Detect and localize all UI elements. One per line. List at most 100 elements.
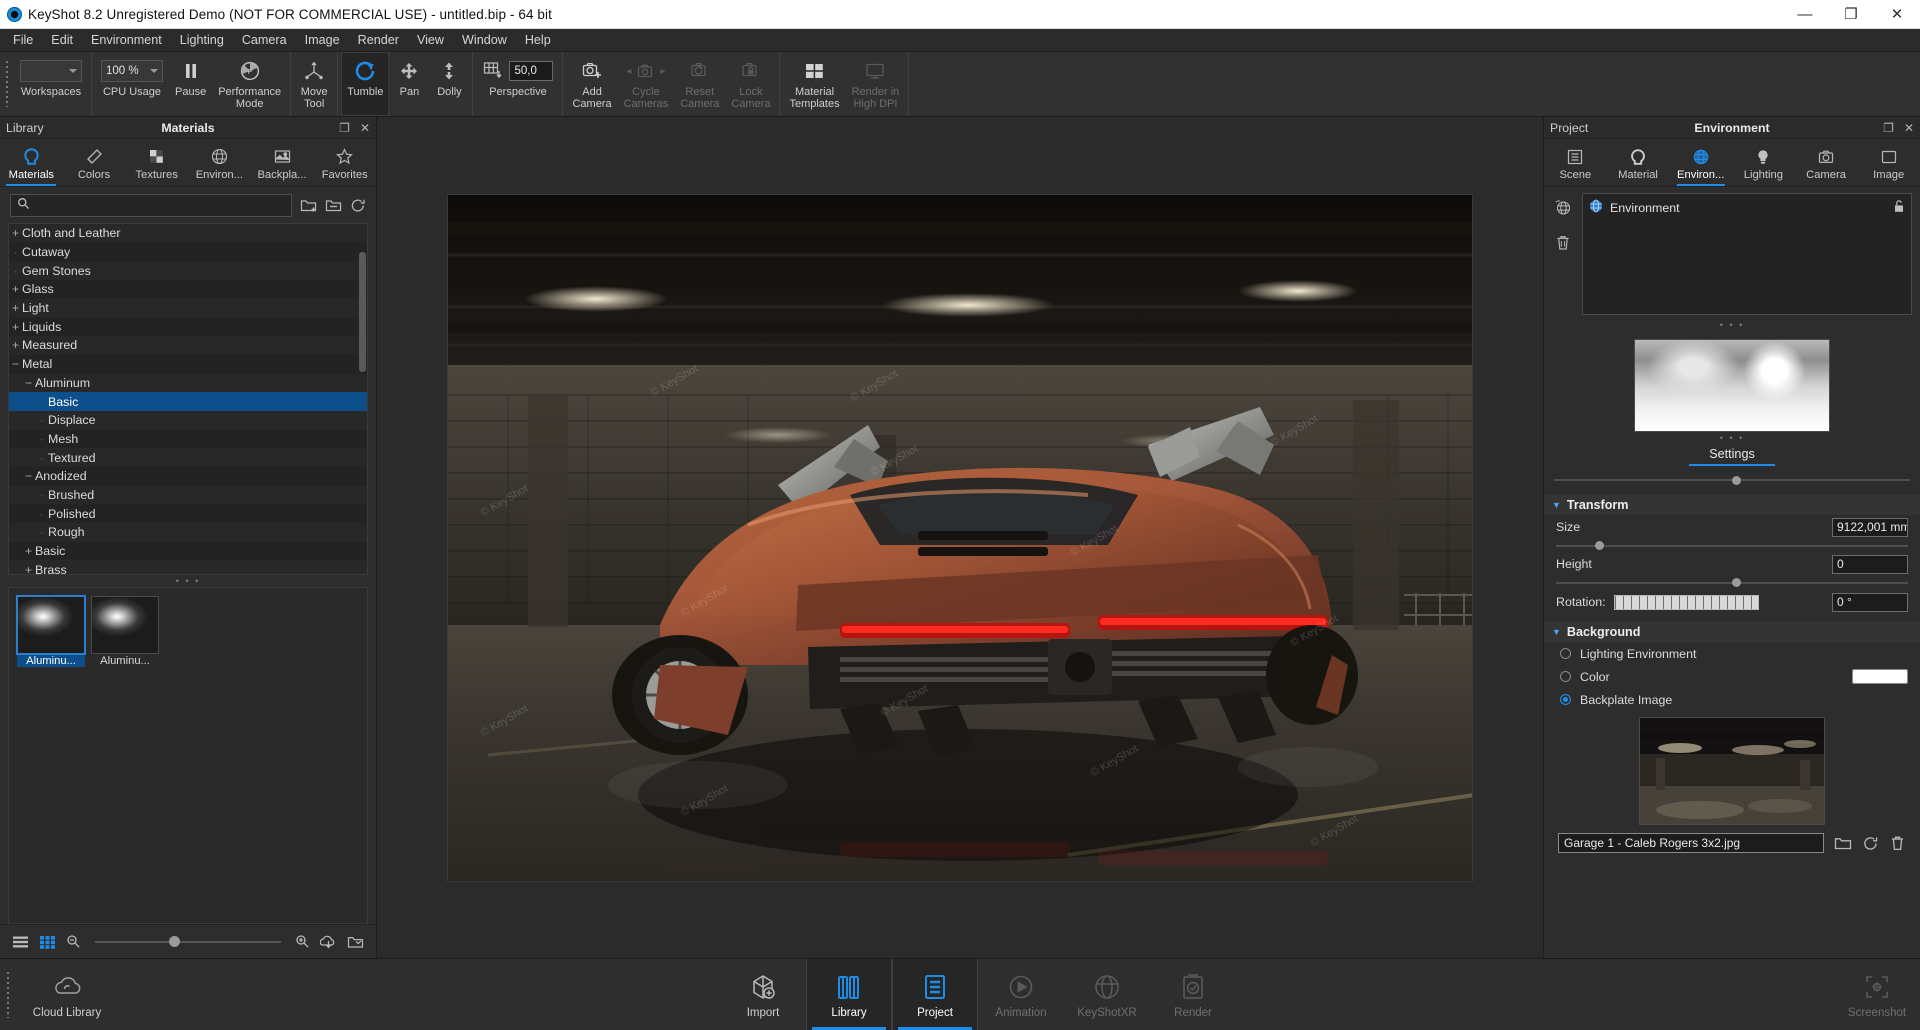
background-color-swatch[interactable] (1852, 669, 1908, 684)
workspaces-button[interactable]: Workspaces (14, 52, 88, 116)
library-tab-colors[interactable]: Colors (63, 141, 126, 186)
settings-tab-label[interactable]: Settings (1544, 447, 1920, 464)
reset-camera-button[interactable]: Reset Camera (674, 52, 725, 116)
tree-item[interactable]: + Light (9, 298, 367, 318)
tree-toggle-icon[interactable]: − (9, 357, 22, 371)
add-environment-icon[interactable] (1554, 199, 1572, 220)
close-panel-icon[interactable]: ✕ (1904, 121, 1914, 135)
add-camera-button[interactable]: Add Camera (566, 52, 617, 116)
radio-button[interactable] (1560, 648, 1571, 659)
backplate-preview[interactable] (1639, 717, 1825, 825)
unlock-icon[interactable] (1893, 199, 1905, 216)
env-splitter-handle[interactable]: • • • (1544, 319, 1920, 331)
environment-list[interactable]: Environment (1582, 193, 1912, 315)
render-high-dpi-button[interactable]: Render in High DPI (846, 52, 906, 116)
cycle-cameras-button[interactable]: ◂ ▸ Cycle Cameras (618, 52, 675, 116)
project-tab-image[interactable]: Image (1857, 141, 1920, 186)
project-tab-camera[interactable]: Camera (1795, 141, 1858, 186)
zoom-out-icon[interactable] (66, 934, 81, 949)
refresh-icon[interactable] (350, 198, 366, 213)
material-tree[interactable]: + Cloth and Leather · Cutaway · Gem Stones + Gl… (8, 223, 368, 575)
library-tab-backplates[interactable]: Backpla... (251, 141, 314, 186)
tree-toggle-icon[interactable]: + (9, 320, 22, 334)
cpu-usage-button[interactable]: 100 % CPU Usage (95, 52, 169, 116)
menu-item-window[interactable]: Window (453, 30, 516, 50)
menu-item-help[interactable]: Help (516, 30, 560, 50)
radio-button[interactable] (1560, 694, 1571, 705)
screenshot-button[interactable]: Screenshot (1834, 959, 1920, 1030)
slider-knob[interactable] (169, 936, 181, 947)
backplate-filename-input[interactable]: Garage 1 - Caleb Rogers 3x2.jpg (1558, 833, 1824, 853)
menu-item-render[interactable]: Render (349, 30, 408, 50)
cloud-library-button[interactable]: Cloud Library (12, 959, 122, 1030)
pan-button[interactable]: Pan (389, 52, 429, 116)
library-tab-label[interactable]: Library (6, 121, 44, 135)
tree-item[interactable]: − Metal (9, 354, 367, 374)
slider-knob[interactable] (1732, 475, 1741, 485)
close-button[interactable]: ✕ (1874, 0, 1920, 29)
dolly-button[interactable]: Dolly (429, 52, 469, 116)
background-option-backplate-image[interactable]: Backplate Image (1544, 688, 1920, 711)
radio-button[interactable] (1560, 671, 1571, 682)
list-view-icon[interactable] (12, 935, 29, 949)
tree-item[interactable]: + Basic (9, 541, 367, 561)
move-tool-button[interactable]: Move Tool (294, 52, 334, 116)
tree-toggle-icon[interactable]: + (22, 563, 35, 574)
performance-mode-button[interactable]: P Performance Mode (212, 52, 287, 116)
size-input[interactable]: 9122,001 mm (1832, 517, 1908, 537)
library-tab-textures[interactable]: Textures (125, 141, 188, 186)
menu-item-edit[interactable]: Edit (42, 30, 82, 50)
tree-toggle-icon[interactable]: + (9, 338, 22, 352)
cycle-next-icon[interactable]: ▸ (660, 66, 665, 77)
thumbnail-size-slider[interactable] (95, 935, 281, 949)
import-material-icon[interactable] (320, 935, 337, 949)
pause-button[interactable]: Pause (169, 52, 212, 116)
transform-section-header[interactable]: ▼ Transform (1544, 495, 1920, 515)
project-tab-environment[interactable]: Environ... (1669, 141, 1732, 186)
lock-camera-button[interactable]: Lock Camera (725, 52, 776, 116)
bottom-item-import[interactable]: Import (720, 959, 806, 1030)
bottom-item-keyshotxr[interactable]: KeyShotXR (1064, 959, 1150, 1030)
background-option-lighting-environment[interactable]: Lighting Environment (1544, 642, 1920, 665)
search-input[interactable] (35, 198, 285, 212)
menu-item-image[interactable]: Image (296, 30, 349, 50)
open-folder-icon[interactable] (300, 198, 317, 213)
hdri-preview[interactable] (1634, 339, 1830, 432)
cpu-usage-dropdown[interactable]: 100 % (101, 60, 163, 82)
tree-toggle-icon[interactable]: + (9, 282, 22, 296)
menu-item-lighting[interactable]: Lighting (171, 30, 233, 50)
cycle-prev-icon[interactable]: ◂ (626, 66, 631, 77)
workspaces-dropdown[interactable] (20, 60, 82, 82)
tree-item[interactable]: + Brass (9, 560, 367, 574)
bottom-toolbar-grip[interactable] (3, 959, 12, 1030)
slider-knob[interactable] (1594, 541, 1604, 550)
tree-item[interactable]: − Anodized (9, 466, 367, 486)
material-thumbnail[interactable]: Aluminu... (91, 596, 159, 667)
tree-toggle-icon[interactable]: + (9, 301, 22, 315)
maximize-button[interactable]: ❐ (1828, 0, 1874, 29)
height-slider[interactable] (1544, 576, 1920, 589)
hdri-splitter-handle[interactable]: • • • (1544, 432, 1920, 444)
toolbar-grip[interactable] (2, 52, 11, 116)
bottom-item-library[interactable]: Library (806, 959, 892, 1030)
menu-item-camera[interactable]: Camera (233, 30, 296, 50)
refresh-backplate-icon[interactable] (1862, 836, 1879, 851)
zoom-in-icon[interactable] (295, 934, 310, 949)
background-section-header[interactable]: ▼ Background (1544, 622, 1920, 642)
render-viewport-area[interactable]: © KeyShot © KeyShot © KeyShot © KeyShot … (377, 117, 1543, 958)
close-panel-icon[interactable]: ✕ (360, 121, 370, 135)
tree-item[interactable]: + Cloth and Leather (9, 224, 367, 243)
bottom-item-animation[interactable]: Animation (978, 959, 1064, 1030)
tree-item[interactable]: + Measured (9, 336, 367, 355)
tree-item[interactable]: − Aluminum (9, 373, 367, 393)
open-backplate-icon[interactable] (1834, 836, 1852, 851)
bottom-item-render[interactable]: Render (1150, 959, 1236, 1030)
project-tab-label[interactable]: Project (1550, 121, 1588, 135)
height-input[interactable]: 0 (1832, 554, 1908, 574)
slider-knob[interactable] (1732, 578, 1741, 587)
tree-item[interactable]: · Mesh (9, 429, 367, 449)
size-slider[interactable] (1544, 539, 1920, 552)
add-folder-icon[interactable] (325, 198, 342, 213)
minimize-button[interactable]: — (1782, 0, 1828, 29)
delete-environment-icon[interactable] (1554, 234, 1572, 255)
